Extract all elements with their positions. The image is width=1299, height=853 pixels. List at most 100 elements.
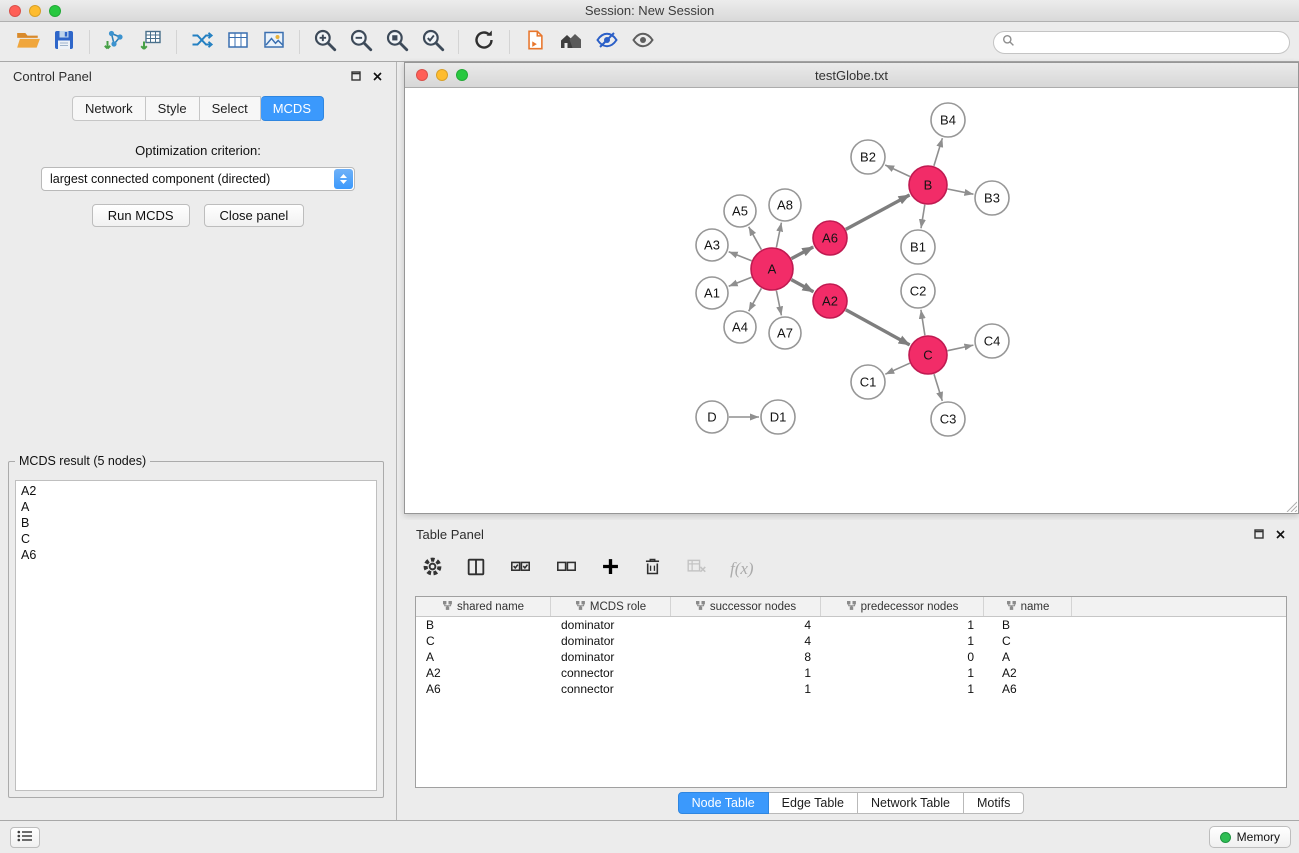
export-document-button[interactable] [519,26,551,58]
network-node-C[interactable]: C [909,336,947,374]
network-node-A3[interactable]: A3 [696,229,728,261]
task-history-button[interactable] [10,827,40,848]
network-edge-B-B1[interactable] [921,205,925,229]
mcds-result-item[interactable]: A2 [21,483,371,499]
network-node-A5[interactable]: A5 [724,195,756,227]
close-network-window-button[interactable] [416,69,428,81]
network-node-C4[interactable]: C4 [975,324,1009,358]
close-table-panel-icon[interactable] [1274,528,1286,540]
deselect-all-button[interactable] [554,556,579,583]
save-session-button[interactable] [48,26,80,58]
export-image-button[interactable] [258,26,290,58]
resize-grip-icon[interactable] [1285,500,1297,512]
zoom-window-button[interactable] [49,5,61,17]
network-canvas-area[interactable]: B4B2BB3A5A8A6A3B1AC2A1A2A4A7C4CC1DD1C3 [405,88,1298,513]
network-edge-C-C4[interactable] [948,345,974,351]
delete-column-button[interactable] [642,555,663,583]
import-table-button[interactable] [135,26,167,58]
column-header-MCDS-role[interactable]: MCDS role [551,597,671,616]
table-row[interactable]: Bdominator41B [416,617,1286,633]
network-node-A4[interactable]: A4 [724,311,756,343]
table-row[interactable]: Adominator80A [416,649,1286,665]
network-edge-A-A3[interactable] [729,252,752,261]
network-edge-A2-C[interactable] [846,310,910,345]
network-node-D1[interactable]: D1 [761,400,795,434]
zoom-selected-button[interactable] [417,26,449,58]
import-network-button[interactable] [99,26,131,58]
refresh-layout-button[interactable] [468,26,500,58]
column-header-predecessor-nodes[interactable]: predecessor nodes [821,597,984,616]
table-tab-motifs[interactable]: Motifs [964,792,1024,814]
network-node-B4[interactable]: B4 [931,103,965,137]
network-edge-C-C1[interactable] [885,363,910,374]
network-canvas[interactable]: B4B2BB3A5A8A6A3B1AC2A1A2A4A7C4CC1DD1C3 [405,88,1298,513]
network-node-D[interactable]: D [696,401,728,433]
tab-style[interactable]: Style [146,96,200,121]
minimize-window-button[interactable] [29,5,41,17]
new-network-button[interactable] [186,26,218,58]
add-column-button[interactable] [600,556,621,582]
network-edge-A-A8[interactable] [776,223,781,248]
network-edge-A-A4[interactable] [749,288,762,311]
column-header-successor-nodes[interactable]: successor nodes [671,597,821,616]
network-node-B[interactable]: B [909,166,947,204]
close-panel-icon[interactable] [371,70,383,82]
optimization-criterion-select[interactable]: largest connected component (directed) [41,167,355,191]
network-node-B3[interactable]: B3 [975,181,1009,215]
minimize-network-window-button[interactable] [436,69,448,81]
network-edge-B-B4[interactable] [934,138,943,166]
network-window-titlebar[interactable]: testGlobe.txt [405,63,1298,88]
network-node-A7[interactable]: A7 [769,317,801,349]
search-input[interactable] [1020,36,1281,50]
memory-button[interactable]: Memory [1209,826,1291,848]
tab-mcds[interactable]: MCDS [261,96,324,121]
zoom-fit-button[interactable] [381,26,413,58]
table-tab-network-table[interactable]: Network Table [858,792,964,814]
window-titlebar[interactable]: Session: New Session [0,0,1299,22]
network-edge-C-C3[interactable] [934,374,942,401]
close-panel-button[interactable]: Close panel [204,204,305,227]
network-node-C1[interactable]: C1 [851,365,885,399]
network-edge-C-C2[interactable] [921,310,925,335]
tab-select[interactable]: Select [200,96,261,121]
network-node-A8[interactable]: A8 [769,189,801,221]
network-edge-B-B3[interactable] [948,189,974,194]
float-table-panel-icon[interactable] [1253,528,1265,540]
table-tab-node-table[interactable]: Node Table [678,792,769,814]
run-mcds-button[interactable]: Run MCDS [92,204,190,227]
network-edge-A-A1[interactable] [729,277,752,286]
close-window-button[interactable] [9,5,21,17]
network-node-A2[interactable]: A2 [813,284,847,318]
table-row[interactable]: A6connector11A6 [416,681,1286,697]
dropdown-stepper-icon[interactable] [334,169,353,189]
network-edge-A-A6[interactable] [791,247,813,259]
toggle-graphics-details-button[interactable] [591,26,623,58]
network-node-C2[interactable]: C2 [901,274,935,308]
zoom-out-button[interactable] [345,26,377,58]
column-header-name[interactable]: name [984,597,1072,616]
show-hide-button[interactable] [627,26,659,58]
browser-home-button[interactable] [555,26,587,58]
mcds-result-list[interactable]: A2ABCA6 [15,480,377,791]
show-columns-button[interactable] [465,556,487,583]
table-row[interactable]: A2connector11A2 [416,665,1286,681]
table-tab-edge-table[interactable]: Edge Table [769,792,858,814]
network-node-A[interactable]: A [751,248,793,290]
tab-network[interactable]: Network [72,96,146,121]
network-edge-A-A5[interactable] [749,227,762,250]
open-session-button[interactable] [12,26,44,58]
search-field[interactable] [993,31,1290,54]
network-edge-A-A7[interactable] [776,291,781,316]
column-header-shared-name[interactable]: shared name [416,597,551,616]
float-panel-icon[interactable] [350,70,362,82]
mcds-result-item[interactable]: A [21,499,371,515]
network-edge-A-A2[interactable] [791,280,813,292]
zoom-in-button[interactable] [309,26,341,58]
select-all-button[interactable] [508,556,533,583]
network-node-B2[interactable]: B2 [851,140,885,174]
mcds-result-item[interactable]: C [21,531,371,547]
table-row[interactable]: Cdominator41C [416,633,1286,649]
network-edge-A6-B[interactable] [846,195,910,229]
network-node-B1[interactable]: B1 [901,230,935,264]
node-table[interactable]: shared nameMCDS rolesuccessor nodesprede… [415,596,1287,788]
